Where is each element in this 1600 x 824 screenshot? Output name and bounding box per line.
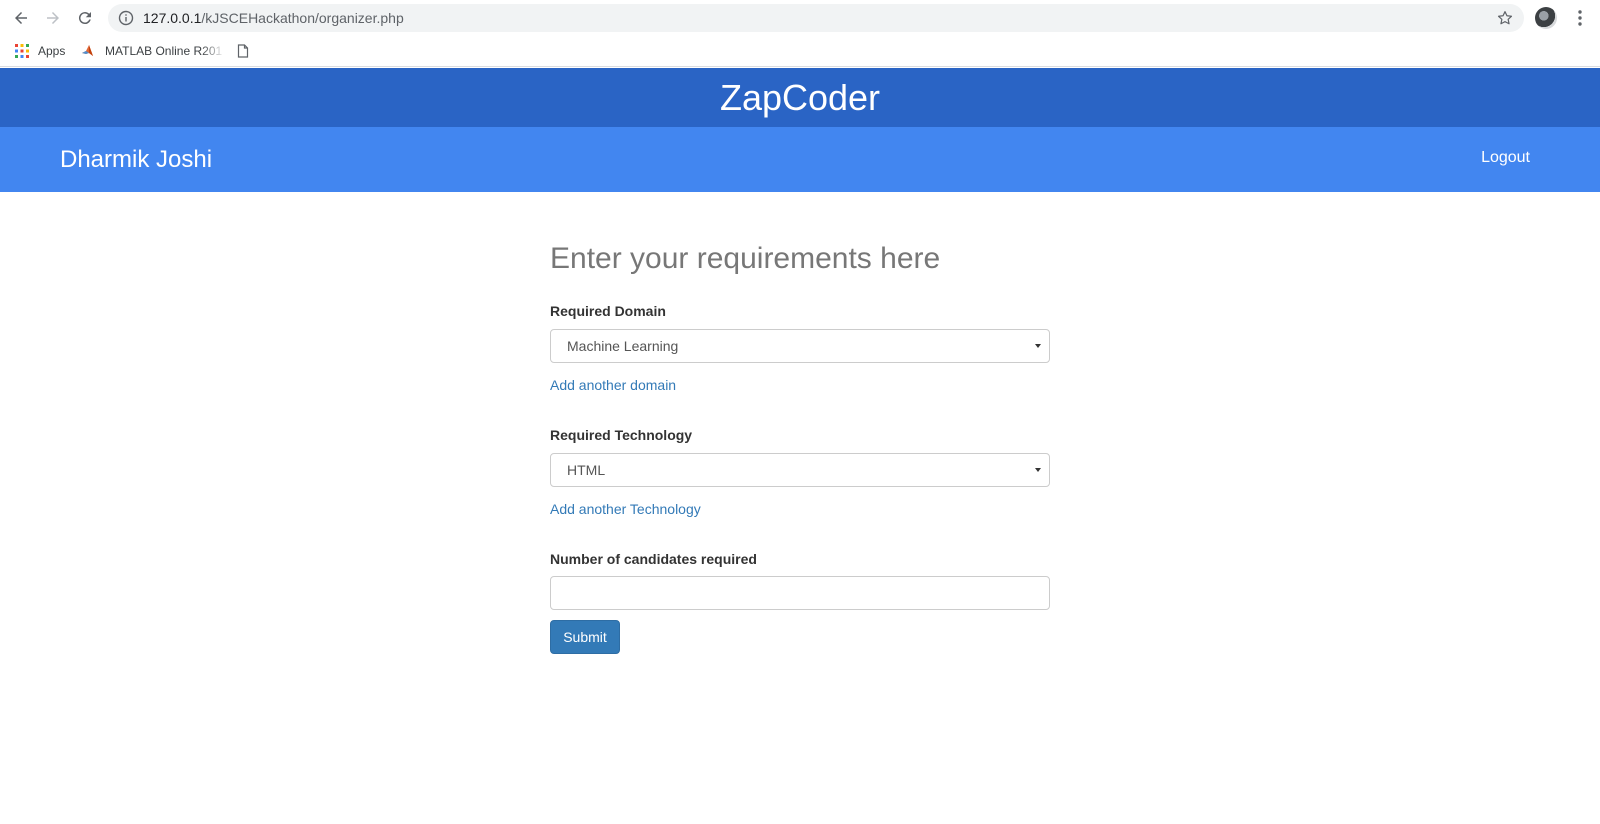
matlab-icon <box>82 45 93 56</box>
reload-button[interactable] <box>73 6 97 30</box>
bookmarks-bar: Apps MATLAB Online R201 <box>0 36 1600 67</box>
bookmark-apps[interactable]: Apps <box>15 42 65 60</box>
more-menu-icon[interactable] <box>1570 8 1590 28</box>
technology-label: Required Technology <box>550 427 693 443</box>
candidates-input[interactable] <box>550 576 1050 610</box>
apps-grid-icon <box>15 44 29 58</box>
url-host: 127.0.0.1 <box>143 10 202 26</box>
bookmark-page[interactable] <box>236 42 259 60</box>
submit-button[interactable]: Submit <box>550 620 620 654</box>
site-title: ZapCoder <box>719 76 881 118</box>
brand-bar: ZapCoder <box>0 68 1600 127</box>
requirements-form: Enter your requirements here Required Do… <box>550 240 1050 654</box>
browser-toolbar: 127.0.0.1/kJSCEHackathon/organizer.php <box>0 0 1600 36</box>
bookmark-matlab[interactable]: MATLAB Online R201 <box>82 42 225 60</box>
forward-arrow-icon <box>47 12 59 24</box>
reload-icon <box>78 12 91 25</box>
technology-select[interactable]: HTML <box>550 453 1050 487</box>
domain-select[interactable]: Machine Learning <box>550 329 1050 363</box>
bookmark-label: MATLAB Online R201 <box>105 44 223 58</box>
user-bar: Dharmik Joshi Logout <box>0 127 1600 192</box>
technology-select-value: HTML <box>567 462 606 478</box>
candidates-label: Number of candidates required <box>550 551 757 567</box>
bookmark-star-icon[interactable] <box>1496 9 1514 27</box>
add-technology-link[interactable]: Add another Technology <box>550 500 701 518</box>
add-domain-link[interactable]: Add another domain <box>550 376 676 394</box>
logout-link[interactable]: Logout <box>1481 149 1530 167</box>
address-bar[interactable]: 127.0.0.1/kJSCEHackathon/organizer.php <box>108 4 1524 32</box>
forward-button[interactable] <box>41 6 65 30</box>
user-name: Dharmik Joshi <box>60 146 213 173</box>
page-icon <box>237 44 249 58</box>
info-icon[interactable] <box>118 10 134 26</box>
dropdown-caret-icon <box>1035 344 1041 348</box>
bookmark-label: Apps <box>38 44 66 58</box>
back-arrow-icon <box>15 12 27 24</box>
domain-select-value: Machine Learning <box>567 338 679 354</box>
profile-avatar[interactable] <box>1535 7 1557 29</box>
url-path: /kJSCEHackathon/organizer.php <box>201 10 404 26</box>
url-text[interactable]: 127.0.0.1/kJSCEHackathon/organizer.php <box>143 10 404 26</box>
form-heading: Enter your requirements here <box>550 242 941 275</box>
domain-label: Required Domain <box>550 303 666 319</box>
dropdown-caret-icon <box>1035 468 1041 472</box>
back-button[interactable] <box>9 6 33 30</box>
